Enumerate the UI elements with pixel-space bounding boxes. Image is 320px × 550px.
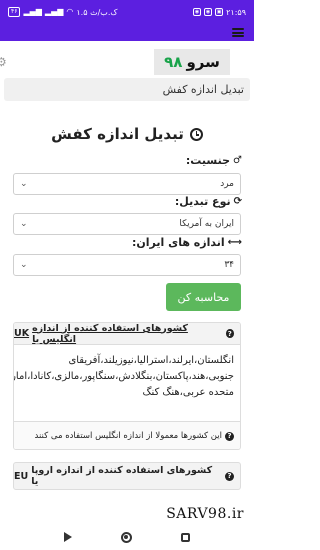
gender-value: مرد [220, 179, 234, 189]
app-bar [0, 24, 254, 41]
calculate-button[interactable]: محاسبه کن [166, 283, 241, 311]
home-icon[interactable] [120, 531, 132, 543]
size-value: ۳۴ [224, 260, 234, 270]
size-label-text: اندازه های ایران: [132, 236, 225, 249]
signal-icon: ▂▄▆ [23, 7, 42, 16]
logo-row: ⚙ ۹۸ سرو [0, 47, 254, 77]
question-circle-icon: ? [225, 471, 234, 481]
conversion-label-text: نوع تبدیل: [174, 195, 231, 208]
back-icon[interactable] [64, 532, 73, 542]
page-header: تبدیل اندازه کفش [4, 78, 250, 101]
status-right: ◉ ◉ ▣ ۲۱:۵۹ [193, 8, 246, 17]
gender-select[interactable]: ⌄ مرد [13, 173, 241, 195]
signal-icon-2: ▂▄▆ [44, 7, 64, 16]
form-title: تبدیل اندازه کفش [12, 125, 242, 143]
conversion-label: ⟳ نوع تبدیل: [175, 195, 242, 208]
uk-card-title: کشورهای استفاده کننده از اندازه انگلیس ی… [32, 322, 188, 345]
gender-label: ♂ جنسیت: [186, 154, 242, 167]
gender-icon: ♂ [233, 155, 242, 166]
battery-icon: ۴۶ [8, 7, 21, 17]
chevron-down-icon: ⌄ [20, 219, 28, 229]
question-circle-icon: ? [225, 329, 234, 338]
site-logo[interactable]: ۹۸ سرو [154, 49, 230, 75]
gallery-icon: ▣ [215, 8, 224, 16]
form-title-text: تبدیل اندازه کفش [51, 125, 184, 143]
uk-info-card: UK کشورهای استفاده کننده از اندازه انگلی… [13, 322, 241, 450]
status-left: ۴۶ ▂▄▆ ▂▄▆ ◠ ۱.۵ ک.ب/ث [8, 7, 118, 17]
uk-card-footer-text: این کشورها معمولا از اندازه انگلیس استفا… [34, 431, 222, 441]
recent-apps-icon[interactable] [180, 532, 190, 542]
notification-icon: ◉ [193, 8, 202, 16]
network-speed: ۱.۵ ک.ب/ث [76, 7, 118, 17]
sync-icon: ⟳ [233, 196, 242, 207]
size-select[interactable]: ⌄ ۳۴ [13, 254, 241, 276]
gender-label-text: جنسیت: [185, 154, 231, 167]
arrows-horizontal-icon: ⟷ [227, 237, 242, 248]
conversion-value: ایران به آمریکا [179, 219, 234, 229]
uk-card-header[interactable]: UK کشورهای استفاده کننده از اندازه انگلی… [14, 323, 240, 345]
watermark: SARV98.ir [166, 506, 244, 522]
logo-number: ۹۸ [164, 53, 183, 71]
clock-time: ۲۱:۵۹ [226, 7, 246, 17]
eu-card-title: کشورهای استفاده کننده از اندازه اروپا یا [31, 465, 213, 487]
clock-icon [189, 127, 203, 141]
uk-card-body: انگلستان،ایرلند،استرالیا،نیوزیلند،آفریقا… [14, 355, 234, 398]
eu-info-card[interactable]: EU کشورهای استفاده کننده از اندازه اروپا… [13, 462, 241, 490]
chevron-down-icon: ⌄ [20, 179, 28, 189]
uk-code: UK [14, 328, 30, 339]
menu-icon[interactable] [232, 28, 244, 37]
wifi-icon: ◠ [66, 7, 74, 16]
chevron-down-icon: ⌄ [20, 260, 28, 270]
status-bar: ۴۶ ▂▄▆ ▂▄▆ ◠ ۱.۵ ک.ب/ث ◉ ◉ ▣ ۲۱:۵۹ [0, 0, 254, 24]
system-nav-bar [0, 524, 254, 550]
logo-text: سرو [186, 53, 220, 71]
screen: ۴۶ ▂▄▆ ▂▄▆ ◠ ۱.۵ ک.ب/ث ◉ ◉ ▣ ۲۱:۵۹ ⚙ ۹۸ … [0, 0, 254, 550]
app-icon: ◉ [204, 8, 213, 16]
size-label: ⟷ اندازه های ایران: [132, 236, 242, 249]
uk-card-footer: این کشورها معمولا از اندازه انگلیس استفا… [14, 421, 240, 449]
settings-icon[interactable]: ⚙ [0, 55, 7, 69]
question-circle-icon: ? [225, 431, 234, 441]
conversion-select[interactable]: ⌄ ایران به آمریکا [13, 213, 241, 235]
eu-code: EU [14, 470, 29, 482]
